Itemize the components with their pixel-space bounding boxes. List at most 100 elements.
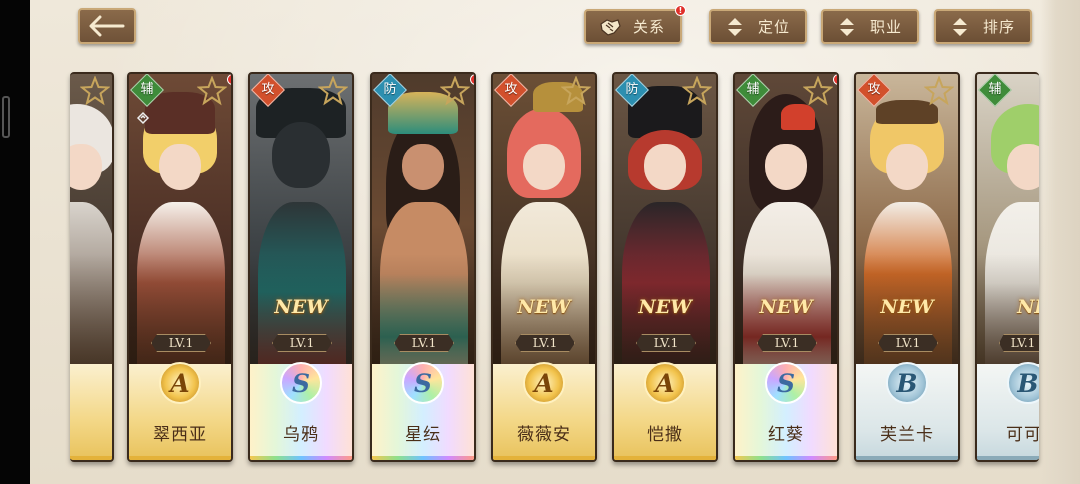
portrait-shade [372,74,474,374]
role-text: 辅 [988,82,1002,97]
character-card[interactable]: 辅 NEW LV.1 S 红葵 [733,72,839,462]
rarity-bar [735,456,837,460]
star-icon [924,76,954,106]
portrait-shade [70,74,112,374]
new-tag: NEW [638,296,692,318]
star-icon [440,76,470,106]
role-text: 攻 [504,82,518,97]
level-label: LV.1 [515,334,575,352]
role-text: 辅 [746,82,760,97]
character-name: 乌鸦 [283,425,319,445]
character-card-partial[interactable]: 辅 NE LV.1 B 可可利 [975,72,1039,462]
rank-badge: S [765,362,807,404]
character-portrait [372,74,474,382]
character-card[interactable]: 攻 NEW LV.1 B 芙兰卡 [854,72,960,462]
rarity-bar [856,456,958,460]
card-footer [70,364,112,460]
role-text: 攻 [867,82,881,97]
job-label: 职业 [869,18,902,36]
relation-alert-badge: ! [675,5,686,16]
role-text: 辅 [140,82,154,97]
sort-arrows-icon [833,13,861,41]
rank-badge: A [644,362,686,404]
character-card[interactable]: 防 LV.1 S 星纭 [370,72,476,462]
level-label: LV.1 [636,334,696,352]
new-tag: NEW [759,296,813,318]
rarity-bar [493,456,595,460]
level-label: LV.1 [394,334,454,352]
character-card-partial[interactable] [70,72,114,462]
star-icon [80,76,110,106]
scroll-fade-edge [1040,0,1080,484]
rarity-bar [70,456,112,460]
portrait-shade [977,74,1039,374]
sort-arrows-icon [946,13,974,41]
rank-badge: S [280,362,322,404]
portrait-shade [614,74,716,374]
level-label: LV.1 [878,334,938,352]
character-name: 芙兰卡 [880,425,934,445]
rarity-bar [129,456,231,460]
new-tag: NEW [880,296,934,318]
position-label: 定位 [757,18,790,36]
relation-button[interactable]: 关系 [584,9,682,44]
character-portrait [735,74,837,382]
character-portrait [250,74,352,382]
back-button[interactable] [78,8,136,44]
rank-badge: B [886,362,928,404]
portrait-shade [856,74,958,374]
sort-arrows-icon [721,13,749,41]
character-portrait [856,74,958,382]
new-tag: NEW [274,296,328,318]
card-alert-badge [227,74,231,85]
equipment-link-icon [136,111,150,125]
rarity-bar [250,456,352,460]
character-card[interactable]: 攻 NEW LV.1 A 薇薇安 [491,72,597,462]
new-tag: NEW [517,296,571,318]
star-icon [803,76,833,106]
character-portrait [493,74,595,382]
role-text: 防 [625,82,639,97]
card-alert-badge [470,74,474,85]
card-alert-badge [833,74,837,85]
character-name: 红葵 [768,425,804,445]
character-name: 薇薇安 [517,425,571,445]
level-label: LV.1 [151,334,211,352]
arrow-left-icon [89,15,125,37]
portrait-shade [250,74,352,374]
portrait-shade [493,74,595,374]
relation-label: 关系 [632,18,665,36]
character-card[interactable]: 攻 NEW LV.1 S 乌鸦 [248,72,354,462]
role-text: 防 [383,82,397,97]
rarity-bar [372,456,474,460]
character-name: 翠西亚 [153,425,207,445]
character-portrait [977,74,1039,382]
character-card[interactable]: 防 NEW LV.1 A 恺撒 [612,72,718,462]
rarity-bar [614,456,716,460]
character-card[interactable]: 辅 LV.1 A 翠西亚 [127,72,233,462]
portrait-shade [735,74,837,374]
level-label: LV.1 [757,334,817,352]
rank-badge: A [159,362,201,404]
rank-badge: S [402,362,444,404]
character-name: 星纭 [405,425,441,445]
level-label: LV.1 [999,334,1039,352]
character-name: 恺撒 [647,425,683,445]
handshake-icon [596,13,624,41]
sort-label: 排序 [982,18,1015,36]
level-label: LV.1 [272,334,332,352]
role-text: 攻 [261,82,275,97]
star-icon [682,76,712,106]
job-filter-button[interactable]: 职业 [821,9,919,44]
new-tag: NE [1017,296,1039,318]
device-left-edge [0,0,30,484]
character-portrait [70,74,112,382]
star-icon [318,76,348,106]
character-portrait [614,74,716,382]
rank-badge: A [523,362,565,404]
sort-button[interactable]: 排序 [934,9,1032,44]
rarity-bar [977,456,1039,460]
position-filter-button[interactable]: 定位 [709,9,807,44]
character-name: 可可利 [1006,425,1039,445]
camera-notch [2,96,10,138]
